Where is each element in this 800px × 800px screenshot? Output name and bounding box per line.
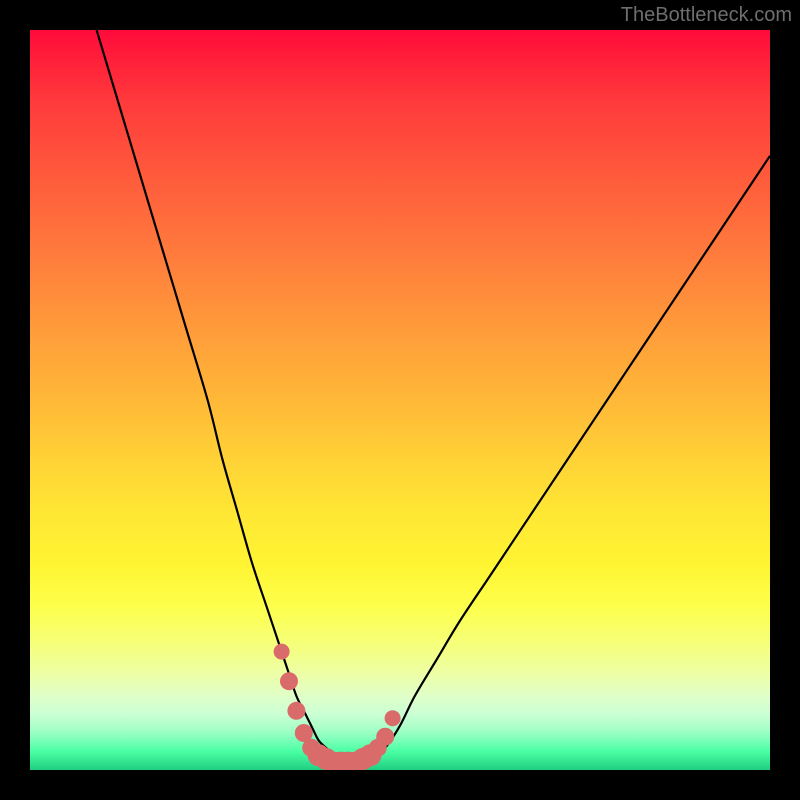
chart-frame: TheBottleneck.com [0,0,800,800]
marker-dot [376,728,394,746]
curve-path [97,30,770,763]
watermark-text: TheBottleneck.com [621,4,792,27]
plot-area [30,30,770,770]
marker-dot [280,672,298,690]
curve-layer [30,30,770,770]
bottleneck-curve [97,30,770,763]
marker-dot [385,710,401,726]
marker-dot [274,644,290,660]
highlighted-markers [274,644,401,770]
marker-dot [287,702,305,720]
